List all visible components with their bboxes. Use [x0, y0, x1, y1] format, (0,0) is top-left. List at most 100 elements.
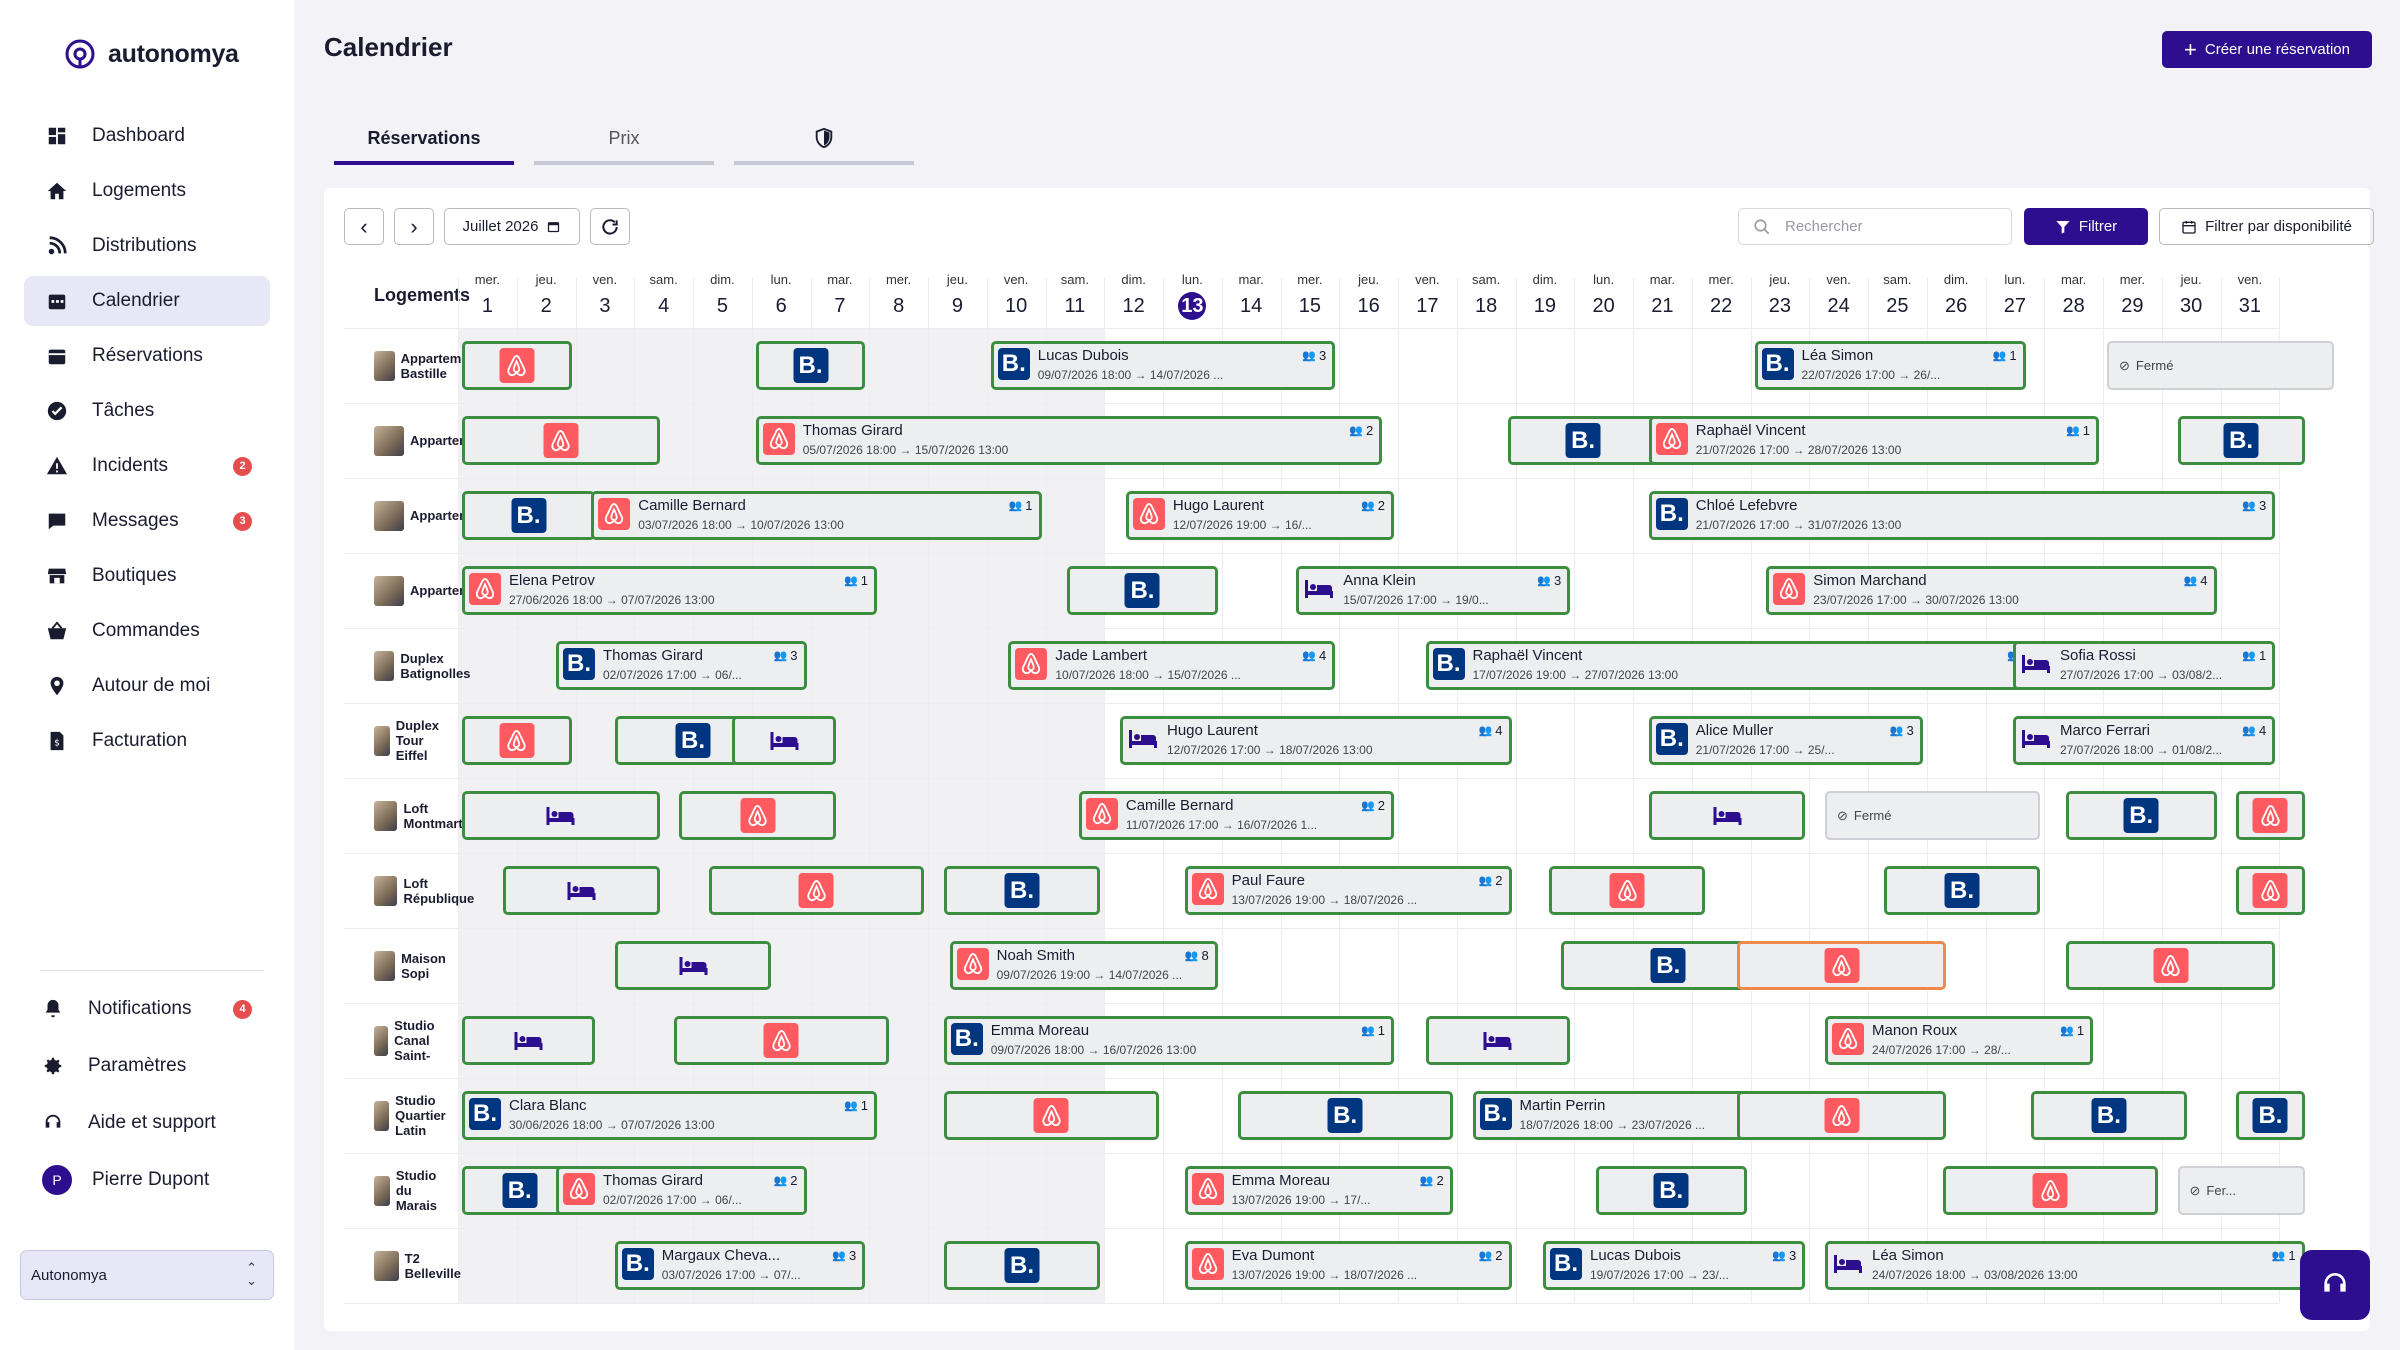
- filter-availability-button[interactable]: Filtrer par disponibilité: [2159, 208, 2374, 245]
- reservation-block[interactable]: [1942, 1166, 2158, 1215]
- reservation-block[interactable]: B.: [462, 491, 595, 540]
- reservation-block[interactable]: [462, 791, 660, 840]
- reservation-block[interactable]: Camille Bernard 03/07/2026 18:00 → 10/07/…: [591, 491, 1042, 540]
- reservation-block[interactable]: B.: [755, 341, 866, 390]
- support-chat-button[interactable]: [2300, 1250, 2370, 1320]
- reservation-block[interactable]: B. Clara Blanc 30/06/2026 18:00 → 07/07/20…: [462, 1091, 877, 1140]
- reservation-block[interactable]: Elena Petrov 27/06/2026 18:00 → 07/07/202…: [462, 566, 877, 615]
- reservation-block[interactable]: B. Chloé Lefebvre 21/07/2026 17:00 → 31/07…: [1648, 491, 2276, 540]
- app-logo[interactable]: autonomya: [64, 38, 239, 70]
- reservation-block[interactable]: B. Alice Muller 21/07/2026 17:00 → 25/... 👥…: [1648, 716, 1923, 765]
- reservation-block[interactable]: B.: [1595, 1166, 1747, 1215]
- reservation-block[interactable]: Manon Roux 24/07/2026 17:00 → 28/... 👥 1: [1825, 1016, 2094, 1065]
- sidebar-item-broadcast[interactable]: Distributions: [24, 221, 270, 271]
- reservation-block[interactable]: [2065, 941, 2276, 990]
- sidebar-item-notifications[interactable]: Notifications 4: [24, 982, 270, 1036]
- property-label[interactable]: Studio Quartier Latin: [374, 1078, 461, 1153]
- reservation-block[interactable]: B. Thomas Girard 02/07/2026 17:00 → 06/...…: [556, 641, 807, 690]
- closed-period[interactable]: ⊘ Fermé: [2107, 341, 2334, 390]
- reservation-block[interactable]: [943, 1091, 1159, 1140]
- sidebar-item-dashboard[interactable]: Dashboard: [24, 111, 270, 161]
- reservation-block[interactable]: [614, 941, 772, 990]
- prev-month-button[interactable]: ‹: [344, 208, 384, 245]
- reservation-block[interactable]: B. Raphaël Vincent 17/07/2026 19:00 → 27/0…: [1425, 641, 2041, 690]
- reservation-block[interactable]: [679, 791, 836, 840]
- reservation-block[interactable]: Paul Faure 13/07/2026 19:00 → 18/07/2026 …: [1184, 866, 1512, 915]
- reservation-block[interactable]: B. Margaux Cheva... 03/07/2026 17:00 → 07/…: [614, 1241, 866, 1290]
- reservation-block[interactable]: [1548, 866, 1706, 915]
- reservation-block[interactable]: [1736, 941, 1947, 990]
- reservation-block[interactable]: Sofia Rossi 27/07/2026 17:00 → 03/08/2...…: [2013, 641, 2276, 690]
- reservation-block[interactable]: Camille Bernard 11/07/2026 17:00 → 16/07/…: [1078, 791, 1394, 840]
- reservation-block[interactable]: Marco Ferrari 27/07/2026 18:00 → 01/08/2.…: [2013, 716, 2276, 765]
- reservation-block[interactable]: B.: [943, 1241, 1101, 1290]
- sidebar-item-home[interactable]: Logements: [24, 166, 270, 216]
- reservation-block[interactable]: [2236, 866, 2305, 915]
- reservation-block[interactable]: [673, 1016, 889, 1065]
- sidebar-item-settings[interactable]: Paramètres: [24, 1039, 270, 1093]
- sidebar-item-location-pin[interactable]: Autour de moi: [24, 661, 270, 711]
- sidebar-item-calendar-alt[interactable]: Réservations: [24, 331, 270, 381]
- reservation-block[interactable]: B. Léa Simon 22/07/2026 17:00 → 26/... 👥 1: [1754, 341, 2026, 390]
- sidebar-item-chat[interactable]: Messages 3: [24, 496, 270, 546]
- sidebar-item-invoice[interactable]: $ Facturation: [24, 716, 270, 766]
- tab-security[interactable]: [734, 115, 914, 165]
- reservation-block[interactable]: Léa Simon 24/07/2026 18:00 → 03/08/2026 1…: [1825, 1241, 2305, 1290]
- property-label[interactable]: Loft République: [374, 853, 481, 928]
- reservation-block[interactable]: B. Lucas Dubois 19/07/2026 17:00 → 23/... 👥…: [1543, 1241, 1806, 1290]
- reservation-block[interactable]: Raphaël Vincent 21/07/2026 17:00 → 28/07/…: [1648, 416, 2099, 465]
- property-label[interactable]: Studio du Marais: [374, 1153, 451, 1228]
- sidebar-item-check-circle[interactable]: Tâches: [24, 386, 270, 436]
- next-month-button[interactable]: ›: [394, 208, 434, 245]
- sidebar-item-calendar[interactable]: Calendrier: [24, 276, 270, 326]
- sidebar-item-basket[interactable]: Commandes: [24, 606, 270, 656]
- reservation-block[interactable]: [1425, 1016, 1571, 1065]
- reservation-block[interactable]: Hugo Laurent 12/07/2026 17:00 → 18/07/202…: [1120, 716, 1512, 765]
- tab-prix[interactable]: Prix: [534, 115, 714, 165]
- reservation-block[interactable]: Jade Lambert 10/07/2026 18:00 → 15/07/202…: [1008, 641, 1336, 690]
- property-label[interactable]: Maison Sopi: [374, 928, 455, 1003]
- sidebar-item-support[interactable]: Aide et support: [24, 1096, 270, 1150]
- reservation-block[interactable]: B.: [2030, 1091, 2188, 1140]
- reservation-block[interactable]: [462, 716, 572, 765]
- reservation-block[interactable]: [503, 866, 660, 915]
- property-label[interactable]: Duplex Batignolles: [374, 628, 480, 703]
- closed-period[interactable]: ⊘ Fer...: [2177, 1166, 2305, 1215]
- reservation-block[interactable]: [1736, 1091, 1947, 1140]
- reservation-block[interactable]: Noah Smith 09/07/2026 19:00 → 14/07/2026 …: [949, 941, 1218, 990]
- reservation-block[interactable]: [462, 341, 572, 390]
- reservation-block[interactable]: B. Lucas Dubois 09/07/2026 18:00 → 14/07/2…: [990, 341, 1336, 390]
- reservation-block[interactable]: B.: [1883, 866, 2041, 915]
- reservation-block[interactable]: Emma Moreau 13/07/2026 19:00 → 17/... 👥 2: [1184, 1166, 1453, 1215]
- reservation-block[interactable]: Eva Dumont 13/07/2026 19:00 → 18/07/2026 …: [1184, 1241, 1512, 1290]
- reservation-block[interactable]: Hugo Laurent 12/07/2026 19:00 → 16/... 👥 2: [1125, 491, 1394, 540]
- create-reservation-button[interactable]: + Créer une réservation: [2162, 31, 2372, 68]
- reservation-block[interactable]: Thomas Girard 05/07/2026 18:00 → 15/07/20…: [755, 416, 1383, 465]
- refresh-button[interactable]: [590, 208, 630, 245]
- sidebar-item-warning[interactable]: Incidents 2: [24, 441, 270, 491]
- search-input[interactable]: Rechercher: [1738, 208, 2012, 245]
- reservation-block[interactable]: B.: [943, 866, 1101, 915]
- tab-reservations[interactable]: Réservations: [334, 115, 514, 165]
- organization-select[interactable]: Autonomya ⌃ ⌄: [20, 1250, 274, 1300]
- reservation-block[interactable]: B.: [2236, 1091, 2305, 1140]
- filter-button[interactable]: Filtrer: [2024, 208, 2148, 245]
- reservation-block[interactable]: B.: [1067, 566, 1218, 615]
- reservation-block[interactable]: B.: [1507, 416, 1659, 465]
- reservation-block[interactable]: Simon Marchand 23/07/2026 17:00 → 30/07/2…: [1766, 566, 2217, 615]
- reservation-block[interactable]: B.: [2065, 791, 2217, 840]
- reservation-block[interactable]: B. Emma Moreau 09/07/2026 18:00 → 16/07/20…: [943, 1016, 1394, 1065]
- property-label[interactable]: Studio Canal Saint-: [374, 1003, 450, 1078]
- closed-period[interactable]: ⊘ Fermé: [1825, 791, 2041, 840]
- month-picker[interactable]: Juillet 2026: [444, 208, 580, 245]
- reservation-block[interactable]: [462, 1016, 595, 1065]
- user-profile[interactable]: P Pierre Dupont: [24, 1153, 270, 1207]
- reservation-block[interactable]: [1648, 791, 1806, 840]
- reservation-block[interactable]: [708, 866, 924, 915]
- reservation-block[interactable]: [732, 716, 836, 765]
- reservation-block[interactable]: [462, 416, 660, 465]
- sidebar-item-store[interactable]: Boutiques: [24, 551, 270, 601]
- reservation-block[interactable]: B.: [2177, 416, 2305, 465]
- property-label[interactable]: T2 Belleville: [374, 1228, 466, 1303]
- reservation-block[interactable]: [2236, 791, 2305, 840]
